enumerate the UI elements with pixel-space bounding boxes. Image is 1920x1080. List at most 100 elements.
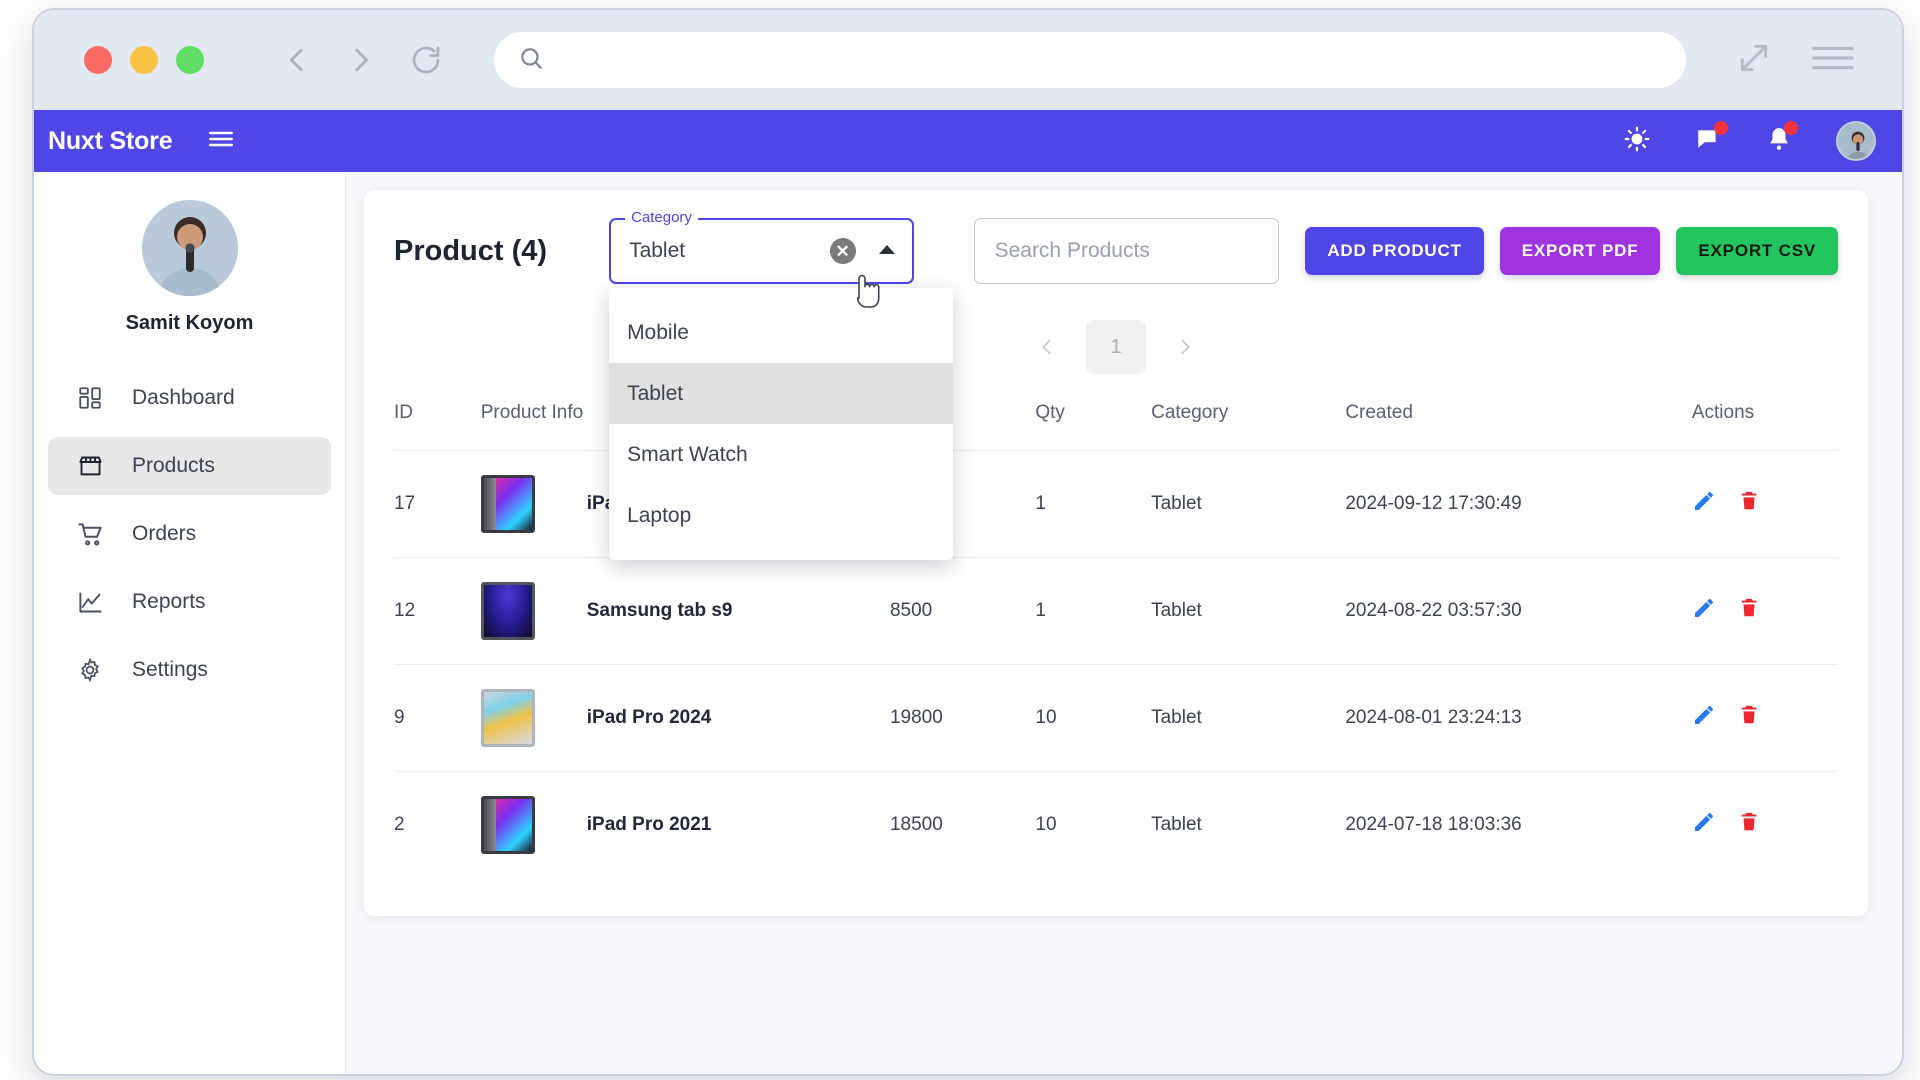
cell-product-info: Samsung tab s9 — [480, 557, 890, 665]
table-row[interactable]: 2 iPad Pro 2021 18500 10 Tablet 2024-07-… — [394, 771, 1838, 878]
export-csv-button[interactable]: EXPORT CSV — [1676, 227, 1838, 275]
chevron-right-icon[interactable] — [1160, 322, 1210, 372]
product-name: iPad Pro 2021 — [586, 814, 712, 835]
close-window-button[interactable] — [84, 46, 112, 74]
table-row[interactable]: 9 iPad Pro 2024 19800 10 Tablet 2024-08-… — [394, 664, 1838, 772]
category-select-value: Tablet — [629, 239, 686, 262]
cell-id: 12 — [394, 557, 481, 665]
forward-arrow-icon[interactable] — [344, 43, 378, 77]
product-thumbnail — [480, 475, 535, 533]
cell-qty: 1 — [1035, 557, 1152, 665]
pencil-edit-icon[interactable] — [1692, 703, 1716, 733]
minimize-window-button[interactable] — [130, 46, 158, 74]
sidebar-item-dashboard[interactable]: Dashboard — [48, 369, 331, 427]
app-body: Samit Koyom Dashboard Products Orders Re… — [34, 172, 1902, 1074]
sidebar-item-label: Reports — [132, 590, 206, 613]
browser-nav-icons — [280, 42, 444, 78]
trash-delete-icon[interactable] — [1738, 596, 1760, 626]
add-product-button[interactable]: ADD PRODUCT — [1305, 227, 1484, 275]
sun-icon[interactable] — [1624, 126, 1650, 157]
cell-price: 18500 — [889, 771, 1036, 878]
category-select: Category Tablet ✕ Mobile Tablet Smart Wa… — [609, 209, 954, 560]
cell-product-info: iPad Pro 2021 — [480, 771, 890, 878]
browser-window-controls — [1734, 38, 1856, 83]
dropdown-option-smart-watch[interactable]: Smart Watch — [609, 424, 953, 485]
cell-actions — [1691, 450, 1838, 558]
sidebar-profile: Samit Koyom — [34, 200, 345, 335]
sidebar-item-orders[interactable]: Orders — [48, 505, 331, 563]
dropdown-option-tablet[interactable]: Tablet — [609, 363, 954, 424]
category-select-box[interactable]: Category Tablet ✕ — [609, 209, 914, 284]
url-input[interactable] — [558, 49, 1662, 71]
dropdown-option-mobile[interactable]: Mobile — [609, 302, 953, 363]
profile-name: Samit Koyom — [125, 312, 254, 334]
hamburger-menu-icon[interactable] — [1810, 38, 1856, 83]
shopping-cart-icon — [76, 521, 104, 548]
profile-avatar[interactable] — [141, 200, 238, 296]
pencil-edit-icon[interactable] — [1692, 489, 1716, 519]
bell-icon[interactable] — [1766, 120, 1798, 157]
search-icon — [518, 45, 544, 76]
cell-id: 2 — [394, 771, 481, 878]
sidebar: Samit Koyom Dashboard Products Orders Re… — [34, 172, 346, 1074]
cell-id: 17 — [394, 450, 481, 558]
products-toolbar: Product (4) Category Tablet ✕ Mobile Tab… — [394, 209, 1838, 560]
product-thumbnail — [480, 689, 535, 747]
category-select-legend: Category — [625, 209, 698, 226]
gear-icon — [76, 657, 104, 683]
cell-category: Tablet — [1151, 664, 1346, 772]
product-thumbnail — [480, 582, 535, 640]
back-arrow-icon[interactable] — [280, 43, 314, 77]
export-pdf-button[interactable]: EXPORT PDF — [1499, 227, 1661, 275]
cell-category: Tablet — [1151, 771, 1346, 878]
browser-toolbar — [34, 10, 1902, 110]
cell-product-info: iPad Pro 2024 — [480, 664, 890, 772]
sidebar-toggle-icon[interactable] — [206, 127, 236, 156]
pencil-edit-icon[interactable] — [1692, 810, 1716, 840]
trash-delete-icon[interactable] — [1738, 489, 1760, 519]
dropdown-option-laptop[interactable]: Laptop — [609, 485, 953, 546]
expand-arrows-icon[interactable] — [1734, 38, 1774, 83]
table-row[interactable]: 12 Samsung tab s9 8500 1 Tablet 2024-08-… — [394, 557, 1838, 665]
caret-up-icon[interactable] — [878, 242, 896, 260]
sidebar-item-label: Orders — [132, 522, 197, 545]
product-name: iPad Pro 2024 — [586, 707, 712, 728]
main-content: Product (4) Category Tablet ✕ Mobile Tab… — [346, 172, 1902, 1074]
trash-delete-icon[interactable] — [1738, 703, 1760, 733]
app-brand: Nuxt Store — [48, 126, 173, 155]
cell-category: Tablet — [1151, 450, 1346, 558]
chevron-left-icon[interactable] — [1022, 322, 1072, 372]
clear-circle-x-icon[interactable]: ✕ — [829, 238, 856, 264]
cell-actions — [1691, 664, 1838, 772]
messages-badge — [1714, 120, 1728, 135]
search-input[interactable] — [994, 239, 1259, 263]
column-header-actions: Actions — [1691, 402, 1755, 423]
cell-price: 19800 — [889, 664, 1036, 772]
cell-qty: 10 — [1035, 771, 1152, 878]
dashboard-grid-icon — [76, 385, 104, 411]
sidebar-item-reports[interactable]: Reports — [48, 573, 331, 631]
maximize-window-button[interactable] — [176, 46, 204, 74]
sidebar-nav: Dashboard Products Orders Reports Settin… — [34, 369, 345, 699]
cell-created: 2024-07-18 18:03:36 — [1345, 771, 1692, 878]
cell-category: Tablet — [1151, 557, 1346, 665]
column-header-category: Category — [1151, 402, 1229, 423]
search-products-box[interactable] — [973, 218, 1280, 284]
trash-delete-icon[interactable] — [1738, 810, 1760, 840]
notifications-badge — [1784, 120, 1798, 135]
column-header-created: Created — [1345, 402, 1413, 423]
flag-message-icon[interactable] — [1694, 120, 1728, 157]
avatar[interactable] — [1836, 121, 1876, 161]
cell-qty: 10 — [1035, 664, 1152, 772]
reload-icon[interactable] — [408, 42, 444, 78]
pagination-page-1[interactable]: 1 — [1086, 320, 1146, 374]
line-chart-icon — [76, 589, 104, 616]
products-card: Product (4) Category Tablet ✕ Mobile Tab… — [364, 190, 1868, 916]
sidebar-item-products[interactable]: Products — [48, 437, 331, 495]
product-thumbnail — [480, 796, 535, 854]
cell-actions — [1691, 771, 1838, 878]
pencil-edit-icon[interactable] — [1692, 596, 1716, 626]
address-bar[interactable] — [494, 32, 1686, 88]
page-title: Product (4) — [394, 234, 548, 267]
sidebar-item-settings[interactable]: Settings — [48, 641, 331, 699]
